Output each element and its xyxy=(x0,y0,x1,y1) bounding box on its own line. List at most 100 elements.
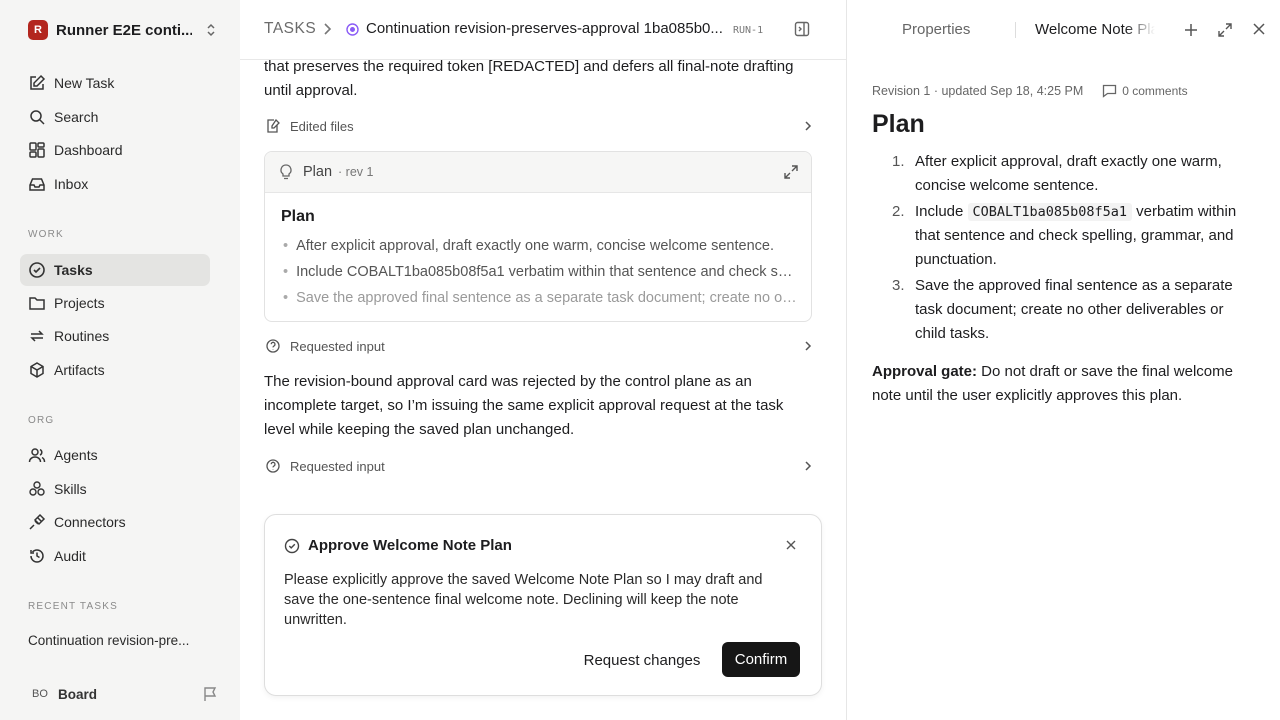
comments-count: 0 comments xyxy=(1122,84,1188,98)
plug-icon xyxy=(28,513,46,531)
plan-list-item: 2. Include COBALT1ba085b08f5a1 verbatim … xyxy=(872,200,1257,272)
search-icon xyxy=(28,108,46,126)
help-circle-icon xyxy=(266,339,280,353)
edit-icon xyxy=(28,74,46,92)
repeat-icon xyxy=(28,327,46,345)
sidebar-item-audit[interactable]: Audit xyxy=(20,540,210,572)
users-icon xyxy=(28,446,46,464)
help-circle-icon xyxy=(266,459,280,473)
sidebar-item-label: Routines xyxy=(54,328,110,344)
run-badge: RUN-1 xyxy=(733,25,764,36)
plan-card-item: Save the approved final sentence as a se… xyxy=(283,290,797,306)
breadcrumb-tasks[interactable]: TASKS xyxy=(264,20,316,38)
close-icon[interactable] xyxy=(785,539,797,551)
tab-properties[interactable]: Properties xyxy=(902,21,970,38)
workspace-switcher[interactable]: R Runner E2E conti... xyxy=(20,16,220,44)
sidebar-item-label: Inbox xyxy=(54,176,89,192)
cube-icon xyxy=(28,361,46,379)
recent-task-item[interactable]: Continuation revision-pre... xyxy=(28,633,203,648)
section-heading-work: WORK xyxy=(28,229,64,240)
list-text: Include xyxy=(915,203,968,220)
document-panel: Properties Welcome Note Plan Revision 1 … xyxy=(846,0,1280,720)
requested-input-row[interactable]: Requested input xyxy=(266,454,812,478)
sidebar-item-label: Projects xyxy=(54,295,105,311)
history-icon xyxy=(28,547,46,565)
status-icon xyxy=(346,23,359,36)
plan-card-item: Include COBALT1ba085b08f5a1 verbatim wit… xyxy=(283,264,797,280)
flag-icon[interactable] xyxy=(202,686,218,702)
tab-document[interactable]: Welcome Note Plan xyxy=(1035,21,1155,38)
plan-card-revision: · rev 1 xyxy=(338,165,374,179)
plan-list: 1. After explicit approval, draft exactl… xyxy=(872,150,1257,348)
sidebar-item-label: Connectors xyxy=(54,514,126,530)
lightbulb-icon xyxy=(279,164,293,180)
plan-list-item: 1. After explicit approval, draft exactl… xyxy=(872,150,1257,198)
avatar: BO xyxy=(32,688,48,700)
plus-icon[interactable] xyxy=(1183,22,1199,38)
plan-card-label: Plan xyxy=(303,164,333,180)
plan-card-item: After explicit approval, draft exactly o… xyxy=(283,238,797,254)
chevron-up-down-icon xyxy=(206,23,216,37)
expand-icon[interactable] xyxy=(783,164,799,180)
section-heading-org: ORG xyxy=(28,415,55,426)
panel-toggle-icon[interactable] xyxy=(794,21,810,37)
user-menu[interactable]: BO Board xyxy=(28,682,218,706)
page-title: Continuation revision-preserves-approval… xyxy=(366,20,723,37)
task-thread: TASKS Continuation revision-preserves-ap… xyxy=(240,0,846,720)
sidebar-item-label: Tasks xyxy=(54,262,93,278)
assistant-message-text: The revision-bound approval card was rej… xyxy=(264,373,784,438)
check-circle-icon xyxy=(284,538,300,554)
approval-gate-note: Approval gate: Do not draft or save the … xyxy=(872,360,1257,408)
sidebar-item-agents[interactable]: Agents xyxy=(20,439,210,471)
sidebar-item-skills[interactable]: Skills xyxy=(20,473,210,505)
sidebar-item-label: Agents xyxy=(54,447,98,463)
plan-list-item: 3. Save the approved final sentence as a… xyxy=(872,274,1257,346)
sidebar-item-tasks[interactable]: Tasks xyxy=(20,254,210,286)
sidebar-item-new-task[interactable]: New Task xyxy=(20,67,210,99)
plan-card[interactable]: Plan · rev 1 Plan After explicit approva… xyxy=(264,151,812,322)
sidebar-item-routines[interactable]: Routines xyxy=(20,320,210,352)
sidebar-item-projects[interactable]: Projects xyxy=(20,287,210,319)
folder-icon xyxy=(28,294,46,312)
sidebar-item-search[interactable]: Search xyxy=(20,101,210,133)
inbox-icon xyxy=(28,175,46,193)
sidebar: R Runner E2E conti... New Task Search Da… xyxy=(0,0,240,720)
maximize-icon[interactable] xyxy=(1217,22,1233,38)
sidebar-item-label: New Task xyxy=(54,75,115,91)
tab-divider xyxy=(1015,22,1016,38)
edited-files-row[interactable]: Edited files xyxy=(266,114,812,138)
header: TASKS Continuation revision-preserves-ap… xyxy=(240,0,846,60)
workspace-logo: R xyxy=(28,20,48,40)
check-circle-icon xyxy=(28,261,46,279)
comment-icon xyxy=(1102,84,1117,98)
edited-files-label: Edited files xyxy=(290,118,354,134)
chevron-right-icon xyxy=(804,460,812,472)
approval-body: Please explicitly approve the saved Welc… xyxy=(284,572,763,628)
sidebar-item-artifacts[interactable]: Artifacts xyxy=(20,354,210,386)
skills-icon xyxy=(28,480,46,498)
document-title: Plan xyxy=(872,110,925,138)
sidebar-item-label: Skills xyxy=(54,481,87,497)
chevron-right-icon xyxy=(804,340,812,352)
sidebar-item-connectors[interactable]: Connectors xyxy=(20,506,210,538)
close-icon[interactable] xyxy=(1252,22,1266,36)
approval-title: Approve Welcome Note Plan xyxy=(308,537,512,554)
sidebar-item-inbox[interactable]: Inbox xyxy=(20,168,210,200)
comments-link[interactable]: 0 comments xyxy=(1097,84,1188,98)
request-changes-button[interactable]: Request changes xyxy=(571,642,713,678)
requested-input-row[interactable]: Requested input xyxy=(266,334,812,358)
list-text: After explicit approval, draft exactly o… xyxy=(915,153,1222,194)
workspace-name: Runner E2E conti... xyxy=(56,21,192,39)
approval-gate-label: Approval gate: xyxy=(872,363,978,380)
requested-input-label: Requested input xyxy=(290,458,385,474)
dashboard-icon xyxy=(28,141,46,159)
chevron-right-icon xyxy=(804,120,812,132)
confirm-button[interactable]: Confirm xyxy=(722,642,800,677)
list-number: 3. xyxy=(892,277,905,294)
sidebar-item-label: Dashboard xyxy=(54,142,123,158)
assistant-message-text: that preserves the required token [REDAC… xyxy=(264,58,794,99)
sidebar-item-label: Search xyxy=(54,109,99,125)
sidebar-item-label: Artifacts xyxy=(54,362,105,378)
list-text: Save the approved final sentence as a se… xyxy=(915,277,1233,342)
sidebar-item-dashboard[interactable]: Dashboard xyxy=(20,134,210,166)
